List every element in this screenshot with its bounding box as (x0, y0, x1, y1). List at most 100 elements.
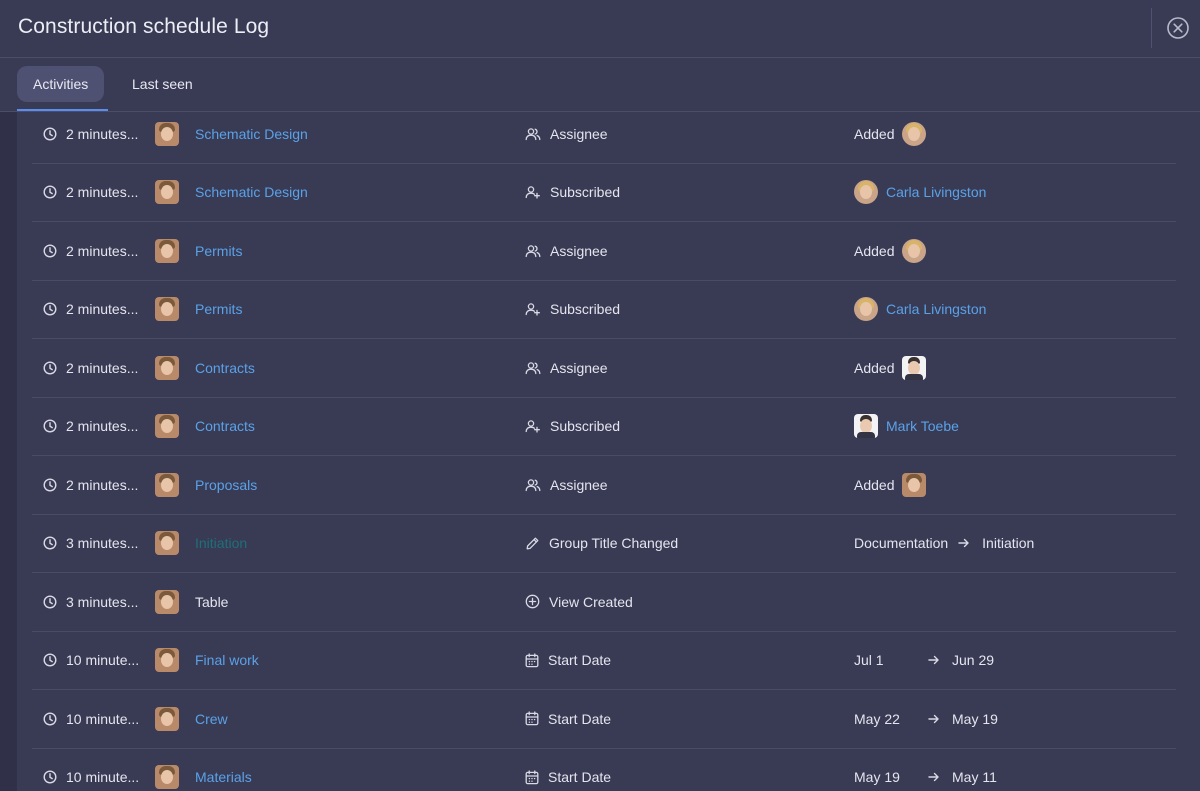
item-name[interactable]: Permits (195, 301, 242, 317)
change-cell: Carla Livingston (854, 281, 1174, 338)
item-name[interactable]: Permits (195, 243, 242, 259)
action-label: Assignee (550, 242, 608, 259)
author-cell (155, 339, 179, 396)
time-text: 2 minutes... (66, 359, 139, 376)
item-cell: Final work (195, 632, 495, 689)
pencil-icon (525, 536, 549, 551)
change-label: Added (854, 359, 895, 376)
subscriber-name[interactable]: Carla Livingston (886, 184, 986, 200)
old-date: Jul 1 (854, 652, 884, 668)
new-value: Initiation (982, 535, 1035, 551)
change-cell: Added (854, 339, 1174, 396)
clock-icon (43, 594, 66, 609)
activity-row: 10 minute... Final work Start Date Jul 1… (32, 632, 1176, 690)
assignee-avatar (902, 472, 927, 497)
item-cell: Materials (195, 749, 495, 791)
old-date: May 19 (854, 769, 900, 785)
subscriber-name[interactable]: Mark Toebe (886, 418, 959, 434)
timestamp: 2 minutes... (43, 105, 143, 162)
person-add-icon (525, 185, 550, 199)
action-cell: Subscribed (525, 164, 825, 221)
item-cell: Schematic Design (195, 164, 495, 221)
item-cell: Schematic Design (195, 105, 495, 162)
new-date: May 19 (952, 710, 998, 727)
item-cell: Crew (195, 690, 495, 747)
calendar-icon (525, 711, 548, 726)
calendar-icon (525, 769, 548, 785)
item-name[interactable]: Initiation (195, 535, 247, 551)
action-cell: Start Date (525, 632, 825, 689)
timestamp: 2 minutes... (43, 398, 143, 455)
activity-row: 2 minutes... Proposals Assignee Added (32, 456, 1176, 515)
author-cell (155, 749, 179, 791)
activity-row: 2 minutes... Contracts Subscribed Mark T… (32, 398, 1176, 456)
item-name[interactable]: Crew (195, 711, 228, 727)
author-cell (155, 222, 179, 279)
timestamp: 3 minutes... (43, 515, 143, 572)
timestamp: 2 minutes... (43, 164, 143, 221)
item-name: Table (195, 593, 229, 610)
tab-bar: Activities Last seen (0, 58, 1200, 112)
author-avatar (155, 238, 179, 263)
tab-activities[interactable]: Activities (17, 66, 105, 102)
item-cell: Proposals (195, 456, 495, 513)
author-cell (155, 456, 179, 513)
clock-icon (43, 185, 66, 199)
clock-icon (43, 536, 66, 550)
clock-icon (43, 126, 66, 141)
item-name[interactable]: Schematic Design (195, 184, 308, 200)
arrow-right-icon (928, 714, 940, 724)
old-value: Documentation (854, 535, 949, 551)
action-cell: Assignee (525, 456, 825, 513)
close-icon (1167, 17, 1189, 39)
item-name[interactable]: Contracts (195, 418, 255, 434)
author-cell (155, 573, 179, 630)
item-name[interactable]: Contracts (195, 360, 255, 376)
activity-row: 2 minutes... Permits Assignee Added (32, 222, 1176, 281)
author-avatar (155, 297, 179, 321)
author-avatar (155, 648, 179, 672)
subscriber-avatar (854, 180, 878, 204)
timestamp: 2 minutes... (43, 281, 143, 338)
time-text: 2 minutes... (66, 125, 139, 142)
clock-icon (43, 419, 66, 433)
tab-last-seen[interactable]: Last seen (116, 66, 209, 102)
author-avatar (155, 589, 179, 614)
header-divider (1151, 8, 1152, 48)
panel-header: Construction schedule Log (0, 0, 1200, 58)
people-icon (525, 127, 550, 141)
change-cell (854, 573, 1174, 630)
item-name[interactable]: Materials (195, 769, 252, 785)
activity-row: 2 minutes... Contracts Assignee Added (32, 339, 1176, 398)
item-name[interactable]: Proposals (195, 477, 257, 493)
action-cell: Start Date (525, 690, 825, 747)
old-date: May 22 (854, 710, 900, 727)
action-label: Start Date (548, 769, 612, 785)
close-button[interactable] (1167, 17, 1189, 39)
activity-row: 10 minute... Crew Start Date May 22 May 1… (32, 690, 1176, 749)
author-avatar (155, 355, 179, 380)
item-cell: Contracts (195, 339, 495, 396)
change-cell: May 22 May 19 (854, 690, 1174, 747)
page-title: Construction schedule Log (18, 15, 270, 38)
time-text: 3 minutes... (66, 535, 139, 551)
item-name[interactable]: Schematic Design (195, 126, 308, 142)
subscriber-name[interactable]: Carla Livingston (886, 301, 986, 317)
author-avatar (155, 472, 179, 497)
timestamp: 2 minutes... (43, 222, 143, 279)
assignee-avatar (902, 238, 927, 263)
author-cell (155, 515, 179, 572)
timestamp: 2 minutes... (43, 339, 143, 396)
action-label: Subscribed (550, 301, 621, 317)
action-label: Assignee (550, 359, 608, 376)
change-cell: Jul 1 Jun 29 (854, 632, 1174, 689)
author-cell (155, 281, 179, 338)
item-name[interactable]: Final work (195, 652, 259, 668)
item-cell: Contracts (195, 398, 495, 455)
time-text: 2 minutes... (66, 184, 139, 200)
arrow-right-icon (928, 772, 940, 782)
item-cell: Initiation (195, 515, 495, 572)
item-cell: Table (195, 573, 495, 630)
clock-icon (43, 711, 66, 726)
clock-icon (43, 653, 66, 667)
